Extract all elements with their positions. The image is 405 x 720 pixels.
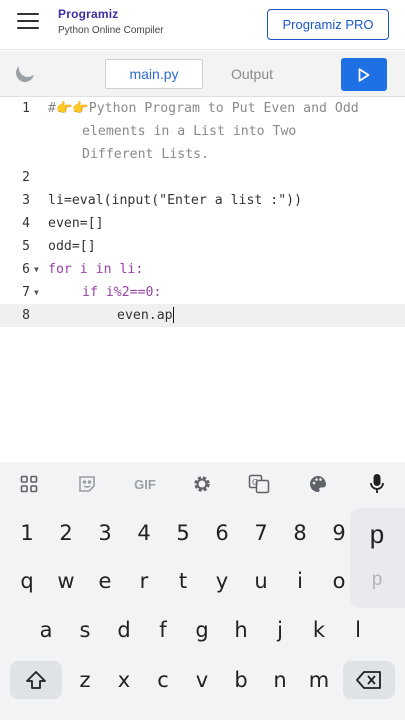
run-button[interactable] bbox=[341, 58, 387, 91]
key-a[interactable]: a bbox=[29, 611, 63, 649]
fold-arrow-icon[interactable]: ▼ bbox=[34, 258, 39, 281]
code-editor[interactable]: 1 #👉👉Python Program to Put Even and Odd … bbox=[0, 97, 405, 462]
line-number: 5 bbox=[22, 239, 30, 254]
code-line: 7 ▼ if i%2==0: bbox=[0, 281, 405, 304]
key-k[interactable]: k bbox=[302, 611, 336, 649]
key-t[interactable]: t bbox=[166, 562, 200, 600]
programiz-pro-button[interactable]: Programiz PRO bbox=[267, 9, 389, 40]
code-text: even.ap bbox=[117, 308, 173, 323]
tab-main-py[interactable]: main.py bbox=[105, 59, 203, 89]
svg-text:G: G bbox=[252, 478, 258, 487]
fold-arrow-icon[interactable]: ▼ bbox=[34, 281, 39, 304]
code-line: Different Lists. bbox=[0, 143, 405, 166]
line-number: 2 bbox=[22, 170, 30, 185]
key-q[interactable]: q bbox=[10, 562, 44, 600]
code-text: elements in a List into Two bbox=[82, 124, 297, 139]
key-n[interactable]: n bbox=[263, 661, 297, 699]
key-u[interactable]: u bbox=[244, 562, 278, 600]
key-j[interactable]: j bbox=[263, 611, 297, 649]
on-screen-keyboard: GIF G 1 2 3 4 5 6 7 8 9 q w e r t y u i … bbox=[0, 462, 405, 720]
key-d[interactable]: d bbox=[107, 611, 141, 649]
code-text: odd=[] bbox=[48, 239, 96, 254]
key-x[interactable]: x bbox=[107, 661, 141, 699]
key-6[interactable]: 6 bbox=[205, 514, 239, 552]
line-number: 6 bbox=[22, 262, 30, 277]
keyboard-toolbar: GIF G bbox=[0, 462, 405, 506]
key-c[interactable]: c bbox=[146, 661, 180, 699]
palette-icon[interactable] bbox=[305, 472, 331, 496]
code-text: even=[] bbox=[48, 216, 104, 231]
mic-icon[interactable] bbox=[364, 472, 390, 496]
code-line: 1 #👉👉Python Program to Put Even and Odd bbox=[0, 97, 405, 120]
key-1[interactable]: 1 bbox=[10, 514, 44, 552]
brand[interactable]: Programiz Python Online Compiler bbox=[58, 7, 164, 36]
key-b[interactable]: b bbox=[224, 661, 258, 699]
key-e[interactable]: e bbox=[88, 562, 122, 600]
code-line-active: 8 even.ap bbox=[0, 304, 405, 327]
key-popup-letter: p bbox=[369, 518, 385, 549]
key-m[interactable]: m bbox=[302, 661, 336, 699]
code-line: 5 odd=[] bbox=[0, 235, 405, 258]
key-8[interactable]: 8 bbox=[283, 514, 317, 552]
shift-key[interactable] bbox=[10, 661, 62, 699]
key-r[interactable]: r bbox=[127, 562, 161, 600]
key-7[interactable]: 7 bbox=[244, 514, 278, 552]
shift-icon bbox=[26, 671, 46, 689]
code-text: for i in li: bbox=[48, 262, 144, 277]
code-line: 6 ▼ for i in li: bbox=[0, 258, 405, 281]
line-number: 1 bbox=[22, 101, 30, 116]
line-number: 8 bbox=[22, 308, 30, 323]
key-y[interactable]: y bbox=[205, 562, 239, 600]
key-h[interactable]: h bbox=[224, 611, 258, 649]
editor-toolbar: main.py Output bbox=[0, 51, 405, 97]
gif-icon[interactable]: GIF bbox=[130, 472, 160, 496]
line-number: 7 bbox=[22, 285, 30, 300]
apps-icon[interactable] bbox=[16, 472, 42, 496]
moon-icon[interactable] bbox=[13, 61, 38, 86]
key-v[interactable]: v bbox=[185, 661, 219, 699]
backspace-icon bbox=[356, 671, 381, 689]
line-number: 3 bbox=[22, 193, 30, 208]
code-line: 2 bbox=[0, 166, 405, 189]
code-text: li=eval(input("Enter a list :")) bbox=[48, 193, 303, 208]
menu-icon[interactable] bbox=[17, 13, 39, 31]
code-line: elements in a List into Two bbox=[0, 120, 405, 143]
app-header: Programiz Python Online Compiler Program… bbox=[0, 0, 405, 50]
key-3[interactable]: 3 bbox=[88, 514, 122, 552]
key-g[interactable]: g bbox=[185, 611, 219, 649]
sticker-icon[interactable] bbox=[74, 472, 100, 496]
key-i[interactable]: i bbox=[283, 562, 317, 600]
code-line: 4 even=[] bbox=[0, 212, 405, 235]
translate-icon[interactable]: G bbox=[246, 472, 272, 496]
key-p[interactable]: p bbox=[362, 562, 392, 598]
logo: Programiz bbox=[58, 7, 119, 21]
key-z[interactable]: z bbox=[68, 661, 102, 699]
code-text: Different Lists. bbox=[82, 147, 210, 162]
brand-subtitle: Python Online Compiler bbox=[58, 25, 164, 36]
key-l[interactable]: l bbox=[341, 611, 375, 649]
key-w[interactable]: w bbox=[49, 562, 83, 600]
key-5[interactable]: 5 bbox=[166, 514, 200, 552]
key-f[interactable]: f bbox=[146, 611, 180, 649]
play-icon bbox=[358, 67, 370, 82]
tab-output[interactable]: Output bbox=[204, 59, 300, 89]
key-2[interactable]: 2 bbox=[49, 514, 83, 552]
key-s[interactable]: s bbox=[68, 611, 102, 649]
code-line: 3 li=eval(input("Enter a list :")) bbox=[0, 189, 405, 212]
line-number: 4 bbox=[22, 216, 30, 231]
backspace-key[interactable] bbox=[343, 661, 395, 699]
code-text: if i%2==0: bbox=[82, 285, 162, 300]
key-4[interactable]: 4 bbox=[127, 514, 161, 552]
text-caret bbox=[172, 307, 175, 323]
code-text: #👉👉Python Program to Put Even and Odd bbox=[48, 101, 359, 116]
settings-icon[interactable] bbox=[189, 472, 215, 496]
